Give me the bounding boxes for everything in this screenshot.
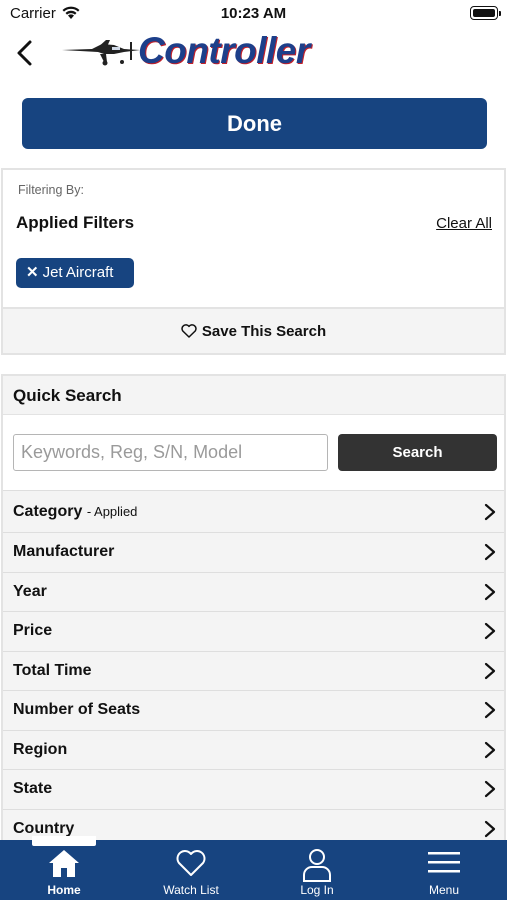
tab-log-in[interactable]: Log In bbox=[267, 840, 367, 900]
applied-filters-title: Applied Filters bbox=[16, 213, 135, 232]
filter-row-year[interactable]: Year bbox=[3, 571, 504, 611]
quick-search-bar: Search bbox=[3, 414, 504, 490]
chevron-right-icon bbox=[484, 583, 496, 600]
logo-text: Controller bbox=[138, 30, 310, 71]
filter-row-label: State bbox=[13, 780, 53, 798]
clear-all-link[interactable]: Clear All bbox=[436, 215, 492, 232]
quick-search-title: Quick Search bbox=[13, 386, 122, 405]
tab-bar: Home Watch List Log In Menu bbox=[0, 836, 507, 900]
category-label: Category bbox=[13, 502, 83, 520]
filter-row-manufacturer[interactable]: Manufacturer bbox=[3, 532, 504, 572]
chevron-right-icon bbox=[484, 781, 496, 798]
quick-search-panel: Quick Search Search Category - Applied M… bbox=[1, 374, 506, 844]
save-search-button[interactable]: Save This Search bbox=[3, 307, 504, 353]
filter-row-total-time[interactable]: Total Time bbox=[3, 650, 504, 690]
filter-chip-label: Jet Aircraft bbox=[42, 264, 114, 281]
back-chevron-icon[interactable] bbox=[12, 38, 38, 68]
chevron-right-icon bbox=[484, 623, 496, 640]
chevron-right-icon bbox=[484, 702, 496, 719]
filter-row-label: Year bbox=[13, 582, 47, 600]
filter-chip-jet-aircraft[interactable]: ✕ Jet Aircraft bbox=[16, 258, 134, 288]
heart-outline-icon bbox=[181, 324, 197, 338]
remove-filter-icon[interactable]: ✕ bbox=[26, 264, 39, 281]
clock: 10:23 AM bbox=[220, 5, 287, 22]
tab-watch-list-label: Watch List bbox=[163, 883, 219, 897]
tab-menu[interactable]: Menu bbox=[394, 840, 494, 900]
filter-row-price[interactable]: Price bbox=[3, 611, 504, 651]
user-icon bbox=[303, 849, 331, 882]
airplane-icon bbox=[62, 40, 140, 66]
filtering-by-label: Filtering By: bbox=[18, 183, 84, 197]
filter-row-label: Price bbox=[13, 622, 53, 640]
tab-home[interactable]: Home bbox=[14, 840, 114, 900]
filter-row-number-of-seats[interactable]: Number of Seats bbox=[3, 690, 504, 730]
chevron-right-icon bbox=[484, 662, 496, 679]
hamburger-icon bbox=[428, 852, 460, 873]
controller-logo: Controller bbox=[62, 30, 322, 72]
applied-filters-panel: Filtering By: Applied Filters Clear All … bbox=[1, 168, 506, 355]
keyword-search-input[interactable] bbox=[13, 434, 328, 471]
filter-row-region[interactable]: Region bbox=[3, 729, 504, 769]
search-button[interactable]: Search bbox=[338, 434, 497, 471]
applied-note: - Applied bbox=[86, 503, 138, 519]
filter-row-label: Total Time bbox=[13, 661, 92, 679]
tab-watch-list[interactable]: Watch List bbox=[141, 840, 241, 900]
filter-row-state[interactable]: State bbox=[3, 769, 504, 809]
filter-row-category[interactable]: Category - Applied bbox=[3, 490, 504, 532]
home-icon bbox=[49, 850, 79, 877]
chevron-right-icon bbox=[484, 741, 496, 758]
filter-row-label: Manufacturer bbox=[13, 543, 115, 561]
done-button[interactable]: Done bbox=[22, 98, 487, 149]
tab-home-label: Home bbox=[47, 883, 81, 897]
filter-row-label: Category - Applied bbox=[13, 503, 137, 521]
filter-list: Category - Applied Manufacturer Year Pri… bbox=[3, 490, 504, 844]
filter-row-label: Region bbox=[13, 740, 68, 758]
chevron-right-icon bbox=[484, 544, 496, 561]
tab-log-in-label: Log In bbox=[300, 883, 334, 897]
chevron-right-icon bbox=[484, 820, 496, 837]
heart-icon bbox=[176, 850, 206, 876]
battery-icon bbox=[470, 6, 501, 20]
status-bar: Carrier 10:23 AM bbox=[0, 0, 507, 28]
chevron-right-icon bbox=[484, 503, 496, 520]
save-search-label: Save This Search bbox=[201, 323, 327, 340]
filter-row-label: Number of Seats bbox=[13, 701, 141, 719]
tab-menu-label: Menu bbox=[428, 883, 460, 897]
